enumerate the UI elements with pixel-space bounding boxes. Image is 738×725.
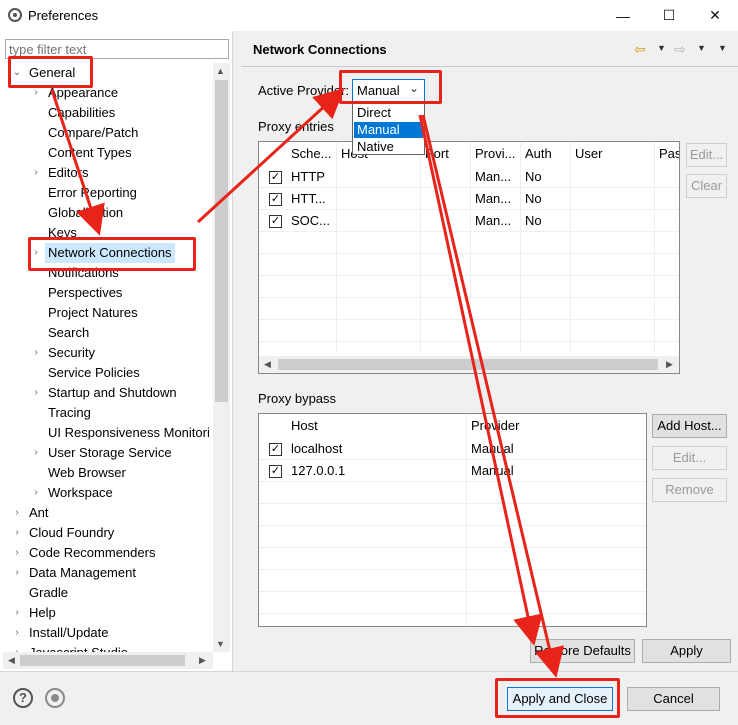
annotation-arrows [50,87,565,678]
annotation-arrow-to-restore-defaults [418,114,543,646]
annotation-arrow-to-apply-and-close [421,114,565,678]
annotation-arrow-to-active-provider [196,87,345,224]
annotation-arrow-general-to-network [50,89,105,236]
